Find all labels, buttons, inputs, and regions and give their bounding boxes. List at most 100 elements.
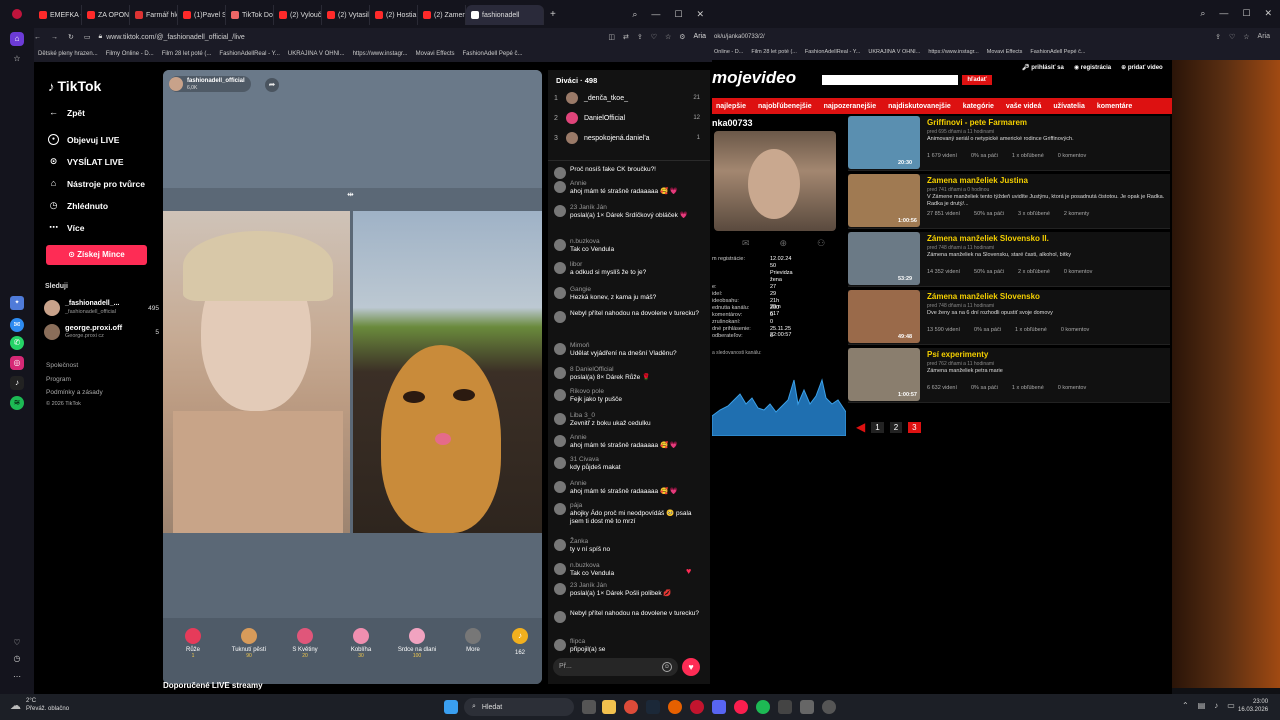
instagram-icon[interactable]: ◎ [10,356,24,370]
page-2[interactable]: 2 [889,421,903,433]
calculator-icon[interactable] [800,700,814,714]
start-icon[interactable] [444,700,458,714]
friends-icon[interactable]: ⚇ [817,238,825,249]
xbox-icon[interactable] [778,700,792,714]
gift-item[interactable]: Srdce na dlani 100 [393,628,441,659]
history-icon[interactable]: ◷ [10,652,24,666]
search-tabs-icon[interactable]: ⌕ [1200,8,1205,19]
get-coins-button[interactable]: ⊙ Získej Mince [46,245,147,265]
home-icon[interactable]: ⌂ [10,32,24,46]
more-sidebar-icon[interactable]: ⋯ [10,670,24,684]
search-tabs-icon[interactable]: ⌕ [632,9,637,20]
bookmark-item[interactable]: FashionAdell Pepé č... [463,51,523,57]
discord-icon[interactable] [712,700,726,714]
chat-message[interactable]: Proč nosíš fake CK broučku?! [554,166,704,179]
extensions-icon[interactable]: ⚙ [679,33,685,41]
messenger-icon[interactable]: ✉ [10,318,24,332]
send-heart-button[interactable]: ♥ [682,658,700,676]
top-viewer[interactable]: 3 nespokojená.daniel'a 1 [554,132,700,144]
nav-watched[interactable]: ◷ Zhlédnuto [48,200,109,211]
top-viewer[interactable]: 2 DanielOfficial 12 [554,112,700,124]
bookmark-item[interactable]: UKRAJINA V OHNI... [288,51,345,57]
ai-button[interactable]: Aria [694,33,706,41]
video-item[interactable]: 1:00:56 Zamena manželiek Justina pred 741 … [848,174,1170,229]
translate-icon[interactable]: ⇄ [623,33,629,41]
site-menu-item[interactable]: najlepšie [716,103,746,110]
chat-message[interactable]: Annie ahoj mám té strašně radaaaaa 🥰 💗 [554,180,704,196]
login-link[interactable]: 🔑︎ prihlásiť sa [1022,64,1064,71]
heart-sidebar-icon[interactable]: ♡ [10,636,24,650]
bookmark-item[interactable]: FashionAdellReal - Y... [805,49,860,57]
video-item[interactable]: 1:00:57 Psí experimenty pred 762 dňami a 1… [848,348,1170,403]
chat-message[interactable]: Liba 3_0 Zevnitř z boku ukaž cedulku [554,412,704,428]
bookmark-item[interactable]: Filmy Online - D... [106,51,154,57]
chat-message[interactable]: Annie ahoj mám té strašně radaaaaa 🥰 💗 [554,480,704,496]
chat-message[interactable]: libor a odkud si myslíš že to je? [554,261,704,277]
settings-icon[interactable] [822,700,836,714]
bookmark-item[interactable]: https://www.instagr... [353,51,408,57]
browser-tab[interactable]: (2) Zamena m [418,5,466,25]
browser-tab[interactable]: (1)Pavel Skokl [178,5,226,25]
subscribe-icon[interactable]: ⊕ [780,238,788,249]
chat-message[interactable]: Annie ahoj mám té strašně radaaaaa 🥰 💗 [554,434,704,450]
share-icon[interactable]: ⇪ [637,33,643,41]
live-stream-player[interactable]: fashionadell_official 6,0K ➦ ⇹ Růže 1 Tuknu… [163,70,542,684]
site-search-button[interactable]: hľadať [962,75,992,85]
top-viewer[interactable]: 1 _denča_tkoe_ 21 [554,92,700,104]
site-search-input[interactable] [822,75,958,85]
site-menu-item[interactable]: komentáre [1097,103,1132,110]
video-item[interactable]: 20:30 Griffinovi - pete Farmarem pred 695 … [848,116,1170,171]
register-link[interactable]: ◉ registrácia [1074,64,1111,71]
tiktok-icon[interactable]: ♪ [10,376,24,390]
heart-icon[interactable]: ♡ [1229,33,1235,41]
gift-item[interactable]: Koblíha 30 [337,628,385,659]
site-menu-item[interactable]: kategórie [963,103,994,110]
page-1[interactable]: 1 [871,421,884,433]
whatsapp-icon[interactable]: ✆ [10,336,24,350]
host-badge[interactable]: fashionadell_official 6,0K [169,76,251,92]
star-icon[interactable]: ☆ [10,52,24,66]
video-title[interactable]: Zámena manželiek Slovensko II. [927,234,1049,243]
task-view-icon[interactable] [582,700,596,714]
browser-tab[interactable]: (2) Vyloučeni [274,5,322,25]
following-item[interactable]: george.proxi.off George.proxi cz 5 [44,324,159,340]
heart-icon[interactable]: ♡ [651,33,657,41]
minimize-button[interactable]: — [651,9,660,20]
bookmark-item[interactable]: https://www.instagr... [928,49,978,57]
weather-widget[interactable]: ☁ 2°C Převáž. oblačno [10,698,69,713]
battery-icon[interactable]: ▭ [1227,701,1235,710]
chat-message[interactable]: 31 Civava kdy půjdeš makat [554,456,704,472]
chat-message[interactable]: Žanka ty v ní spíš no [554,538,704,554]
page-3[interactable]: 3 [908,421,921,433]
bookmark-item[interactable]: FashionAdell Pepé č... [1030,49,1085,57]
file-explorer-icon[interactable] [602,700,616,714]
site-logo[interactable]: mojevideo [712,68,796,88]
coin-balance[interactable]: ♪ 162 [505,628,535,656]
video-title[interactable]: Griffinovi - pete Farmarem [927,118,1027,127]
back-icon[interactable]: ← [34,34,41,41]
browser-tab[interactable]: (2) Vytasil vid [322,5,370,25]
sidebar-toggle-icon[interactable]: ▭ [84,33,91,41]
chat-message[interactable]: 8 DanielOfficial poslal(a) 8× Dárek Růže … [554,366,704,382]
site-menu-item[interactable]: užívatelia [1053,103,1085,110]
nav-more[interactable]: ⋯ Více [48,222,85,233]
site-menu-item[interactable]: najpozeranejšie [824,103,877,110]
chat-message[interactable]: pája ahojky Ádo proč mi neodpovídáš 🥺 psa… [554,502,704,526]
tiktok-logo[interactable]: ♪ TikTok [48,78,101,94]
footer-program-link[interactable]: Program [46,373,103,387]
bookmark-item[interactable]: FashionAdellReal - Y... [219,51,279,57]
nav-explore-live[interactable]: ● Objevuj LIVE [48,134,119,145]
chat-message[interactable]: 23 Janík Ján poslal(a) 1× Dárek Srdíčkový… [554,204,704,220]
bookmark-icon[interactable]: ☆ [665,33,671,41]
chat-message[interactable]: Rikovo pole Fejk jako ty pušče [554,388,704,404]
maximize-button[interactable]: ☐ [674,9,682,20]
right-address-bar[interactable]: ok/u/janka00733/2/ ⇪ ♡ ☆ Aria [712,28,1280,46]
gift-item[interactable]: S Květiny 20 [281,628,329,659]
bookmark-item[interactable]: UKRAJINA V OHNI... [868,49,920,57]
chat-message[interactable]: Nebyl přítel nahodou na dovolene v turec… [554,310,704,323]
spotify-icon[interactable]: ≋ [10,396,24,410]
spotify-icon[interactable] [756,700,770,714]
video-item[interactable]: 49:48 Zámena manželiek Slovensko pred 748 … [848,290,1170,345]
emoji-icon[interactable]: ☺ [662,662,672,672]
opera-gx-icon[interactable] [734,700,748,714]
